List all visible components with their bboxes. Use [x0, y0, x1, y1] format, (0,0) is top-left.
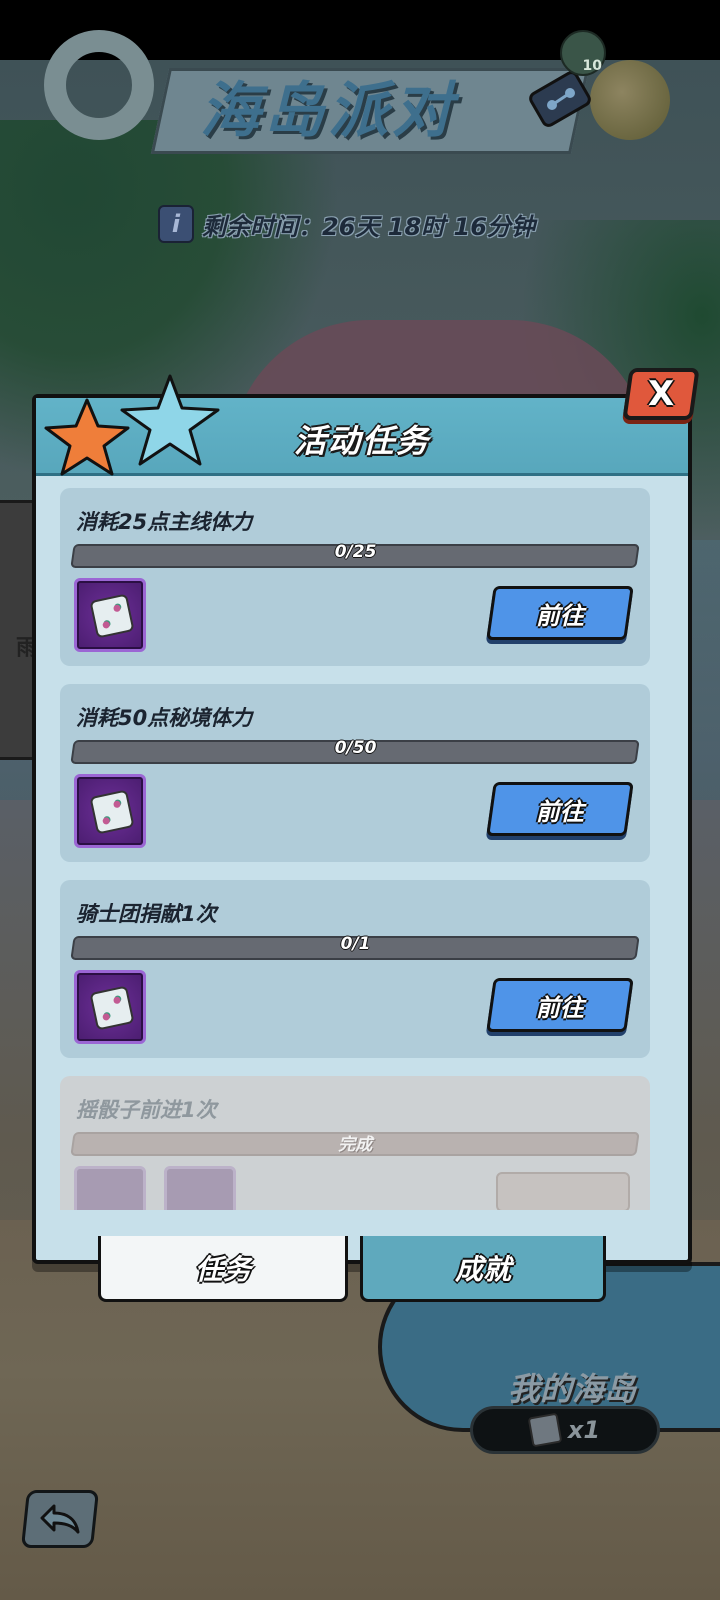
dice-icon	[89, 593, 135, 639]
remaining-time-label: 剩余时间：26天 18时 16分钟	[202, 212, 535, 241]
tab-tasks[interactable]: 任务	[98, 1236, 348, 1302]
task-progress-bar: 0/1	[70, 934, 640, 960]
go-button[interactable]: 前往	[486, 782, 634, 836]
task-title: 摇骰子前进1次	[76, 1098, 217, 1122]
task-progress-text: 完成	[338, 1135, 373, 1155]
tab-tasks-label: 任务	[194, 1252, 251, 1286]
dice-counter: x1	[470, 1406, 660, 1454]
tab-achievements-label: 成就	[454, 1252, 511, 1286]
blue-starfish-icon	[120, 374, 220, 466]
reward-item[interactable]	[74, 578, 146, 652]
task-progress-text: 0/1	[340, 934, 371, 954]
my-island-label: 我的海岛	[508, 1370, 637, 1408]
reward-item[interactable]	[164, 1166, 236, 1210]
coconut-icon	[590, 60, 670, 140]
dice-icon	[89, 985, 135, 1031]
task-card: 骑士团捐献1次 0/1 前往	[60, 880, 650, 1058]
tab-achievements[interactable]: 成就	[360, 1236, 606, 1302]
completed-button	[496, 1172, 630, 1210]
task-title: 消耗50点秘境体力	[76, 706, 253, 730]
swim-ring-icon	[44, 30, 154, 140]
back-button[interactable]	[20, 1490, 100, 1548]
dice-icon	[89, 789, 135, 835]
task-title: 消耗25点主线体力	[76, 510, 253, 534]
task-progress-bar: 0/25	[70, 542, 640, 568]
task-card: 消耗50点秘境体力 0/50 前往	[60, 684, 650, 862]
info-icon[interactable]: i	[158, 205, 194, 243]
reward-item[interactable]	[74, 970, 146, 1044]
task-list[interactable]: 消耗25点主线体力 0/25 前往 消耗50点秘境体力 0/50 前往 骑士团捐…	[32, 474, 688, 1210]
dice-count: x1	[567, 1416, 601, 1444]
go-button-label: 前往	[536, 601, 584, 630]
task-card-completed: 摇骰子前进1次 完成	[60, 1076, 650, 1210]
task-title: 骑士团捐献1次	[76, 902, 217, 926]
go-button-label: 前往	[536, 993, 584, 1022]
go-button[interactable]: 前往	[486, 586, 634, 640]
close-icon: X	[647, 374, 675, 414]
task-progress-bar: 0/50	[70, 738, 640, 764]
dice-icon	[527, 1412, 563, 1448]
remaining-time: i 剩余时间：26天 18时 16分钟	[158, 204, 535, 244]
reward-item[interactable]	[74, 774, 146, 848]
task-card: 消耗25点主线体力 0/25 前往	[60, 488, 650, 666]
go-button[interactable]: 前往	[486, 978, 634, 1032]
task-progress-text: 0/50	[334, 738, 377, 758]
map-badge: 10	[560, 30, 606, 76]
back-arrow-icon	[40, 1504, 80, 1534]
task-progress-bar: 完成	[70, 1132, 640, 1156]
task-progress-text: 0/25	[334, 542, 377, 562]
close-button[interactable]: X	[622, 368, 700, 420]
reward-item[interactable]	[74, 1166, 146, 1210]
event-title: 海岛派对	[200, 76, 456, 146]
go-button-label: 前往	[536, 797, 584, 826]
